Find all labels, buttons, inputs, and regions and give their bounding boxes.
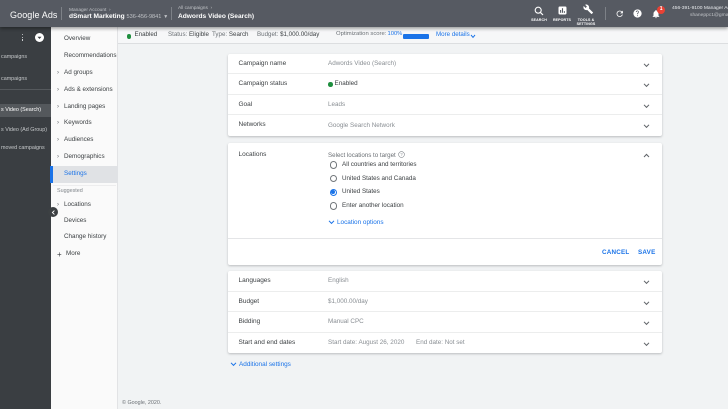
- svg-text:?: ?: [400, 152, 403, 157]
